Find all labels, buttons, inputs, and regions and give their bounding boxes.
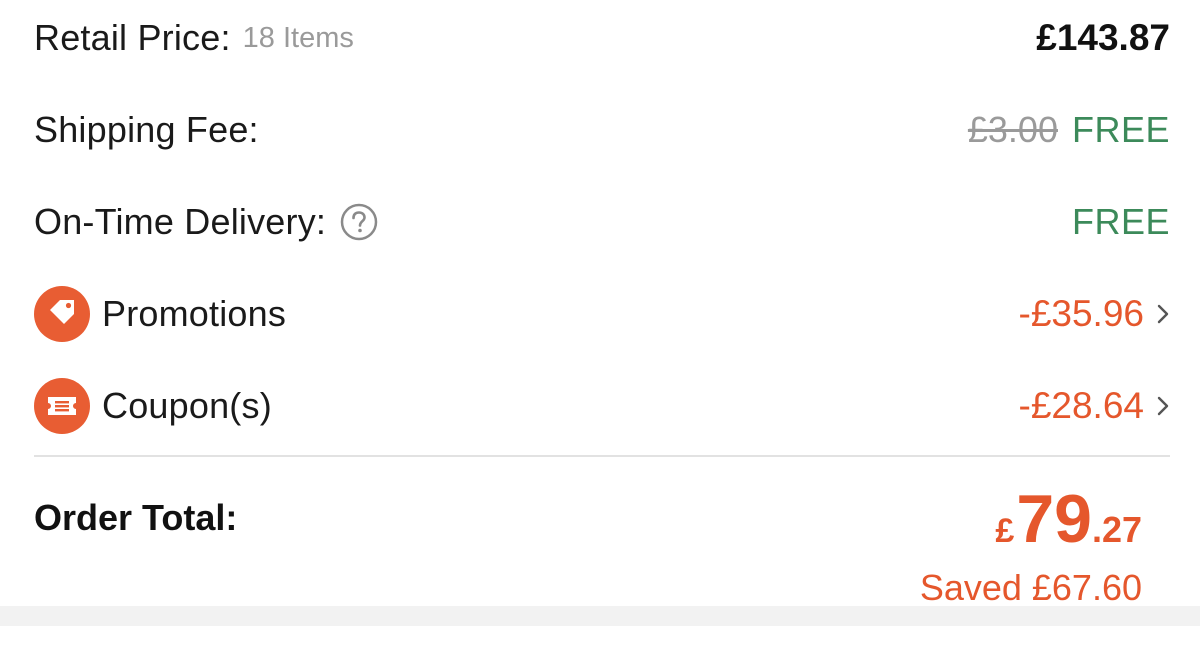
order-total-decimal: .27 [1091,509,1142,550]
saved-amount: Saved £67.60 [919,567,1142,608]
shipping-fee-label: Shipping Fee: [34,109,259,150]
order-total-label: Order Total: [34,497,238,538]
promotions-row[interactable]: Promotions -£35.96 [34,284,1170,344]
coupons-label: Coupon(s) [102,385,272,426]
retail-price-label: Retail Price: [34,17,231,58]
chevron-right-icon[interactable] [1156,392,1172,420]
order-total-amount: £ 79 .27 [995,485,1142,553]
item-count: 18 Items [242,21,354,54]
on-time-delivery-row: On-Time Delivery: FREE [34,192,1170,252]
bottom-separator [0,606,1200,626]
promotions-label: Promotions [102,293,287,334]
retail-price-amount: £143.87 [1036,17,1170,58]
retail-price-row: Retail Price: 18 Items £143.87 [34,8,1170,68]
order-summary: Retail Price: 18 Items £143.87 Shipping … [0,0,1200,626]
order-total-currency: £ [995,512,1015,550]
order-total-integer: 79 [1016,481,1092,557]
coupons-row[interactable]: Coupon(s) -£28.64 [34,376,1170,436]
chevron-right-icon[interactable] [1156,300,1172,328]
on-time-delivery-label: On-Time Delivery: [34,201,327,242]
coupons-amount: -£28.64 [1018,385,1145,426]
shipping-original-price: £3.00 [967,109,1058,150]
promotions-amount: -£35.96 [1018,293,1145,334]
divider [34,455,1170,457]
question-circle-icon[interactable] [340,203,378,241]
coupon-ticket-icon [34,378,90,434]
order-total-row: Order Total: £ 79 .27 Saved £67.60 [34,485,1142,609]
shipping-free-value: FREE [1071,109,1170,150]
shipping-fee-row: Shipping Fee: £3.00 FREE [34,100,1170,160]
tag-icon [34,286,90,342]
delivery-free-value: FREE [1071,201,1170,242]
